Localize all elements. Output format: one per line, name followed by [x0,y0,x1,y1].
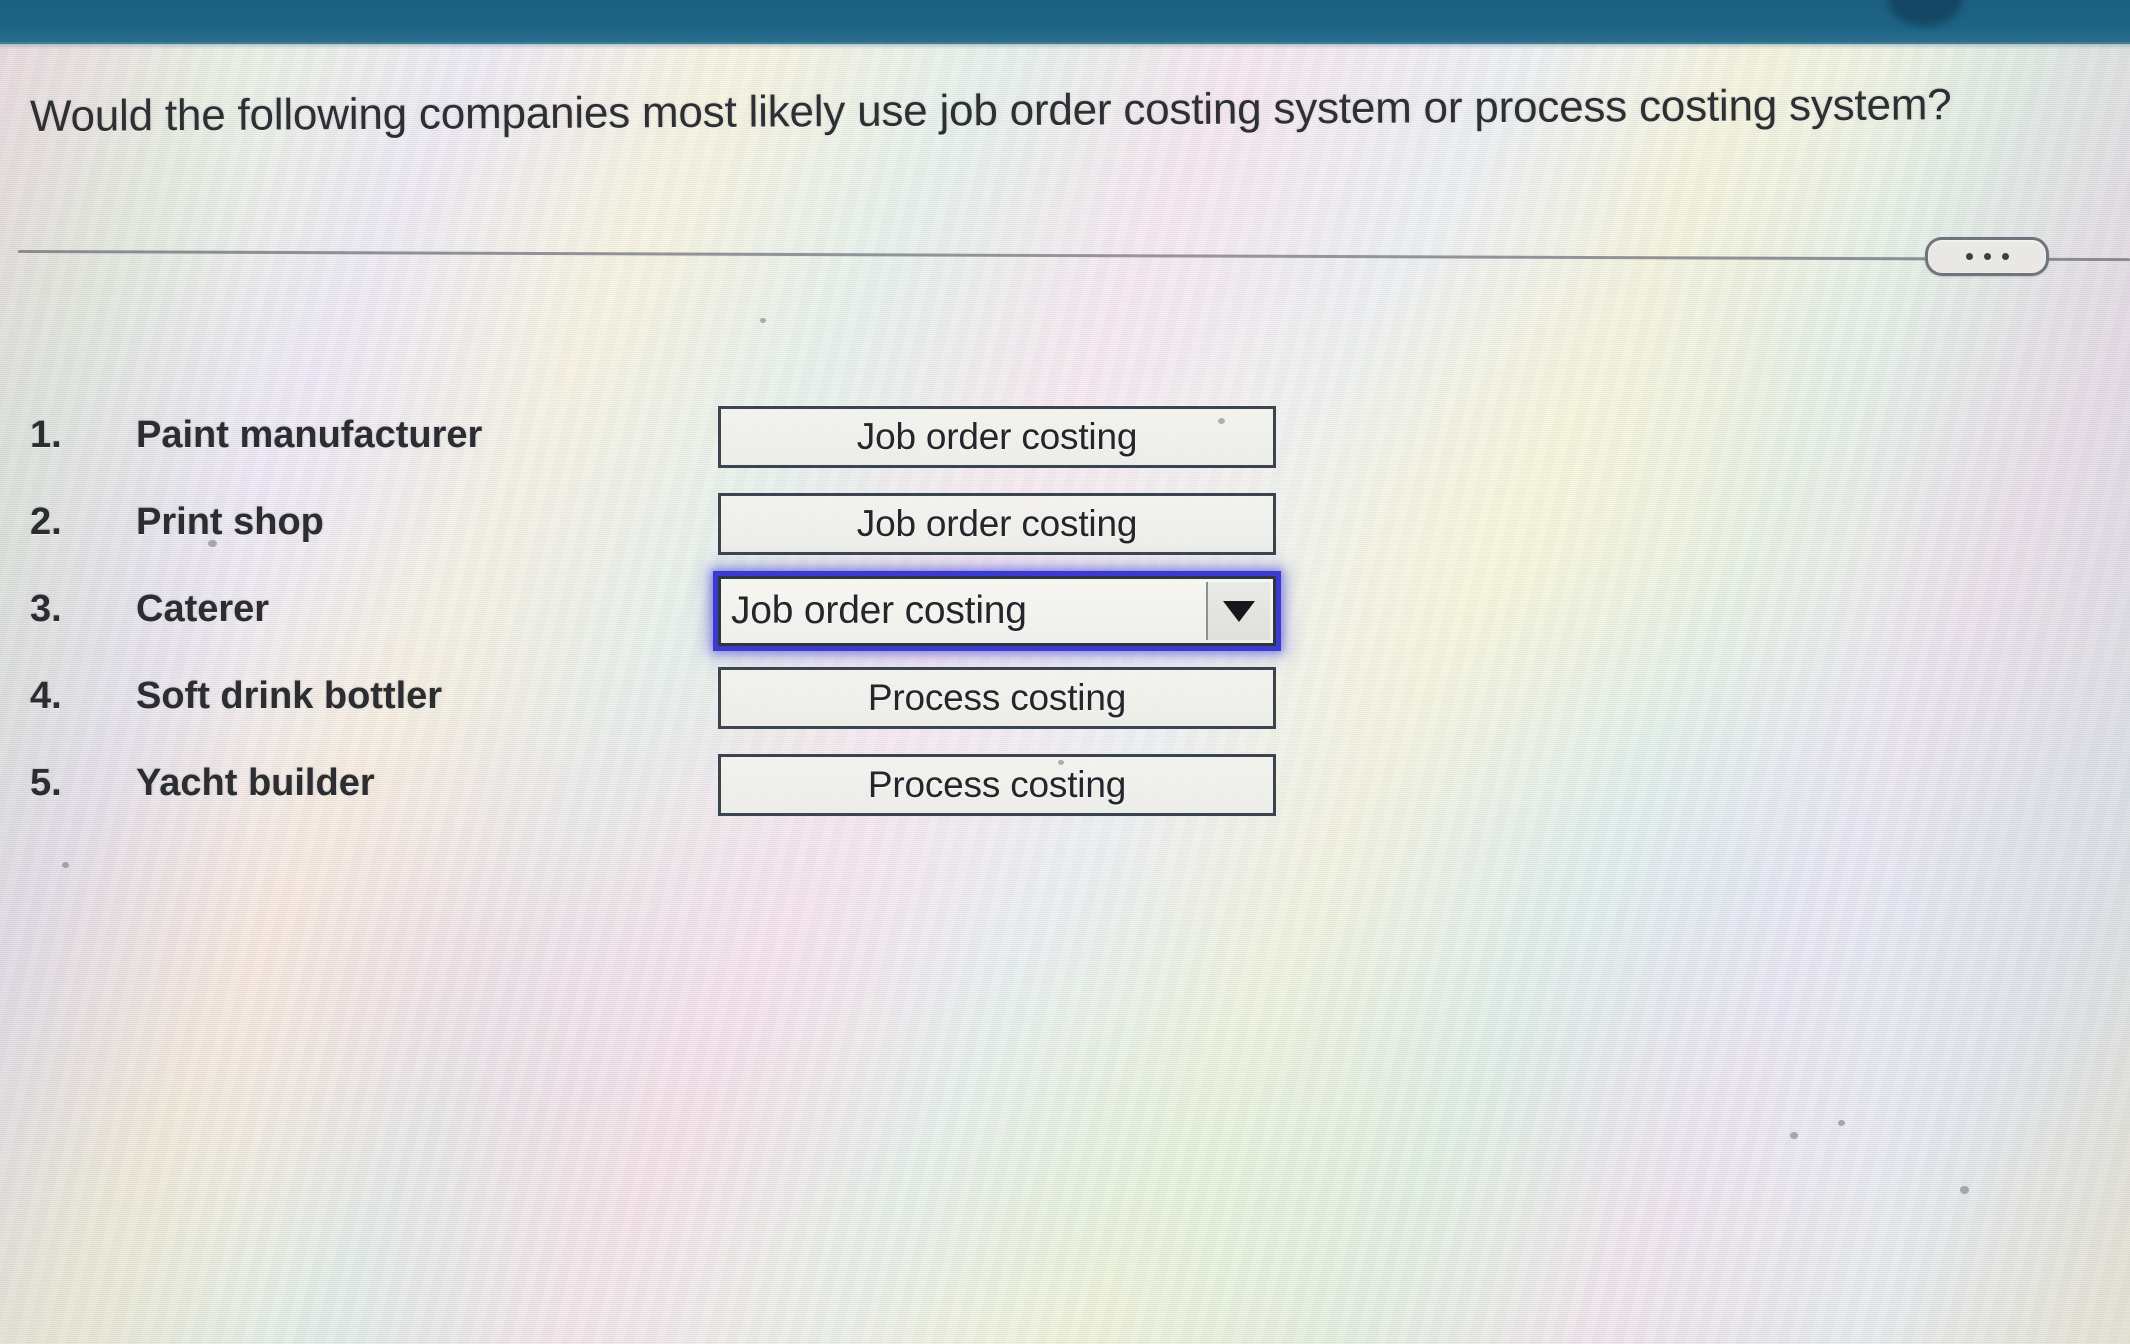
chevron-down-caret [1223,600,1255,622]
list-item: 5. Yacht builder Process costing [0,748,1400,835]
more-options-button[interactable] [1925,237,2049,276]
list-item-company-label: Soft drink bottler [136,675,443,717]
list-item-number: 3. [30,588,62,630]
list-item-company-label: Print shop [136,501,324,543]
list-item: 2. Print shop Job order costing [0,487,1400,574]
answer-select-2-value: Job order costing [856,503,1138,544]
ellipsis-dot-2 [1983,253,1991,260]
list-item-number: 1. [30,414,62,456]
company-answer-list: 1. Paint manufacturer Job order costing … [0,400,1400,835]
list-item-number: 4. [30,675,62,717]
answer-select-4-value: Process costing [867,677,1127,718]
ellipsis-dot-1 [1965,253,1973,260]
list-item: 3. Caterer Job order costing [0,574,1400,661]
list-item-company-label: Caterer [136,588,270,630]
screenshot-root: Would the following companies most likel… [0,0,2130,1344]
banner-shadow-blob [1888,0,1962,26]
answer-select-3[interactable]: Job order costing [718,576,1276,646]
list-item-company-label: Yacht builder [136,762,375,804]
app-top-banner [0,0,2130,49]
list-item: 1. Paint manufacturer Job order costing [0,400,1400,487]
answer-select-1-value: Job order costing [856,416,1138,457]
ellipsis-dot-3 [2001,253,2009,260]
list-item-number: 5. [30,762,62,804]
answer-select-5-value: Process costing [867,764,1127,805]
list-item: 4. Soft drink bottler Process costing [0,661,1400,748]
answer-select-2[interactable]: Job order costing [718,493,1276,555]
answer-select-4[interactable]: Process costing [718,667,1276,729]
list-item-number: 2. [30,501,62,543]
answer-select-3-value: Job order costing [731,589,1027,632]
answer-select-5[interactable]: Process costing [718,754,1276,816]
list-item-company-label: Paint manufacturer [136,414,483,456]
chevron-down-icon[interactable] [1206,582,1270,640]
answer-select-1[interactable]: Job order costing [718,406,1276,468]
